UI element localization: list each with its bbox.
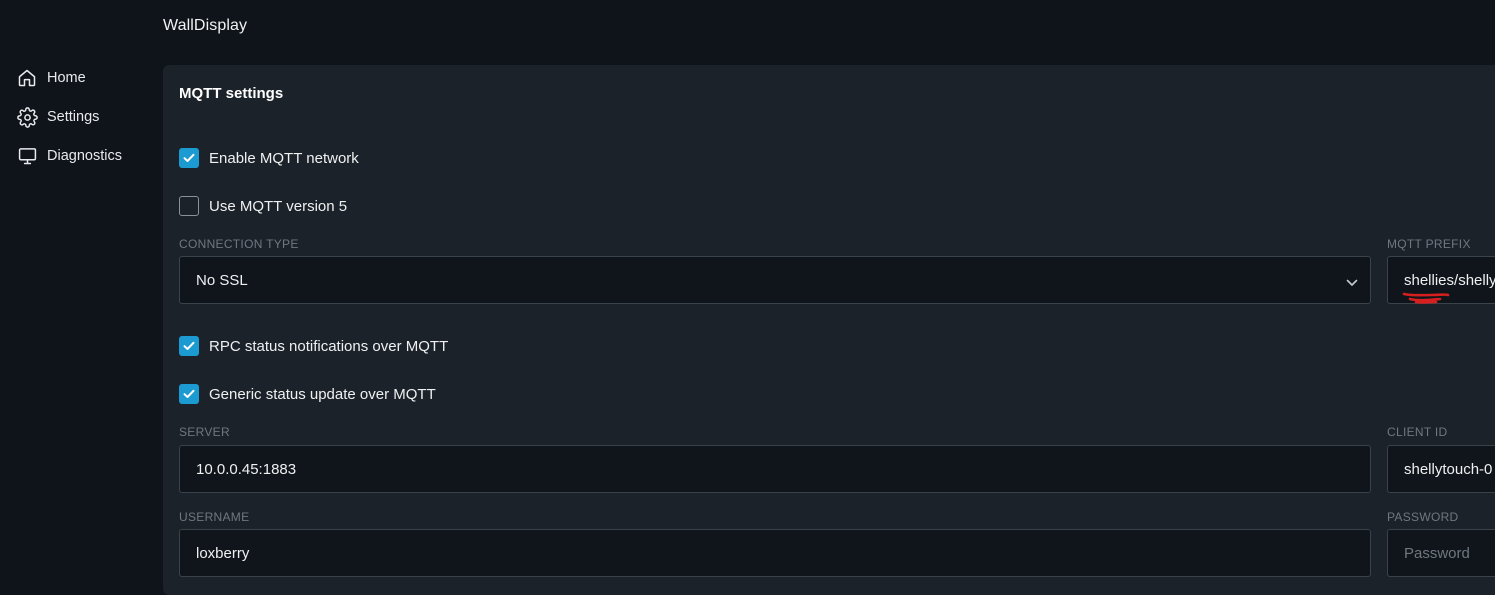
monitor-icon bbox=[16, 145, 38, 167]
section-title: MQTT settings bbox=[179, 85, 284, 102]
rpc-notifications-label: RPC status notifications over MQTT bbox=[209, 337, 449, 355]
sidebar-item-label: Diagnostics bbox=[47, 148, 122, 164]
username-value: loxberry bbox=[196, 544, 250, 562]
password-label: PASSWORD bbox=[1387, 510, 1459, 524]
password-placeholder: Password bbox=[1404, 544, 1470, 562]
generic-status-checkbox[interactable] bbox=[179, 384, 199, 404]
generic-status-label: Generic status update over MQTT bbox=[209, 385, 436, 403]
app-title: WallDisplay bbox=[163, 17, 248, 34]
sidebar-item-diagnostics[interactable]: Diagnostics bbox=[16, 143, 122, 169]
server-value: 10.0.0.45:1883 bbox=[196, 460, 297, 478]
mqtt-prefix-value: shellies/shelly bbox=[1404, 271, 1495, 289]
mqtt-prefix-label: MQTT PREFIX bbox=[1387, 237, 1471, 251]
client-id-value: shellytouch-0 bbox=[1404, 460, 1493, 478]
checkmark-icon bbox=[183, 389, 195, 398]
username-input[interactable]: loxberry bbox=[179, 529, 1371, 577]
enable-mqtt-checkbox-row[interactable]: Enable MQTT network bbox=[179, 147, 359, 169]
client-id-label: CLIENT ID bbox=[1387, 425, 1448, 439]
password-input[interactable]: Password bbox=[1387, 529, 1495, 577]
gear-icon bbox=[16, 106, 38, 128]
sidebar-item-label: Settings bbox=[47, 109, 100, 125]
mqtt-settings-panel: MQTT settings Enable MQTT network Use MQ… bbox=[163, 65, 1495, 595]
rpc-notifications-checkbox-row[interactable]: RPC status notifications over MQTT bbox=[179, 335, 448, 357]
enable-mqtt-checkbox[interactable] bbox=[179, 148, 199, 168]
checkmark-icon bbox=[183, 153, 195, 162]
sidebar-item-label: Home bbox=[47, 70, 86, 86]
server-label: SERVER bbox=[179, 425, 230, 439]
checkmark-icon bbox=[183, 341, 195, 350]
username-label: USERNAME bbox=[179, 510, 250, 524]
chevron-down-icon bbox=[1346, 274, 1358, 291]
enable-mqtt-label: Enable MQTT network bbox=[209, 149, 359, 167]
red-annotation-underline bbox=[1402, 292, 1450, 304]
generic-status-checkbox-row[interactable]: Generic status update over MQTT bbox=[179, 383, 436, 405]
connection-type-select[interactable]: No SSL bbox=[179, 256, 1371, 304]
use-mqtt-v5-checkbox-row[interactable]: Use MQTT version 5 bbox=[179, 195, 347, 217]
sidebar-item-home[interactable]: Home bbox=[16, 65, 86, 91]
connection-type-value: No SSL bbox=[196, 271, 248, 289]
home-icon bbox=[16, 67, 38, 89]
server-input[interactable]: 10.0.0.45:1883 bbox=[179, 445, 1371, 493]
sidebar-item-settings[interactable]: Settings bbox=[16, 104, 99, 130]
use-mqtt-v5-label: Use MQTT version 5 bbox=[209, 197, 348, 215]
connection-type-label: CONNECTION TYPE bbox=[179, 237, 299, 251]
rpc-notifications-checkbox[interactable] bbox=[179, 336, 199, 356]
use-mqtt-v5-checkbox[interactable] bbox=[179, 196, 199, 216]
client-id-input[interactable]: shellytouch-0 bbox=[1387, 445, 1495, 493]
